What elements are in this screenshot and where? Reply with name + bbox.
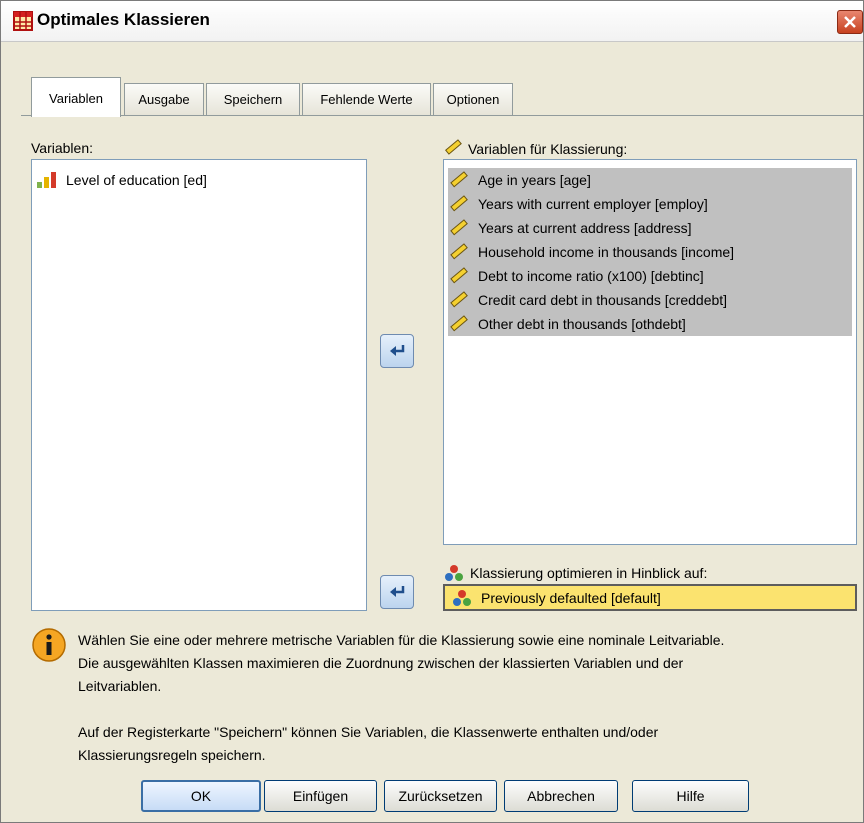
- info-icon: [32, 628, 66, 662]
- list-item[interactable]: Years at current address [address]: [448, 216, 852, 240]
- tab-optionen[interactable]: Optionen: [433, 83, 513, 115]
- source-list-label: Variablen:: [31, 140, 94, 156]
- list-item[interactable]: Household income in thousands [income]: [448, 240, 852, 264]
- arrow-left-icon: [390, 345, 405, 356]
- list-item[interactable]: Age in years [age]: [448, 168, 852, 192]
- binning-variable-list[interactable]: Age in years [age] Years with current em…: [443, 159, 857, 545]
- binning-list-label: Variablen für Klassierung:: [468, 141, 628, 157]
- window-title: Optimales Klassieren: [37, 10, 210, 29]
- optimize-target-value: Previously defaulted [default]: [481, 589, 661, 606]
- move-to-target-button[interactable]: [380, 575, 414, 609]
- nominal-circles-icon: [453, 589, 471, 606]
- info-line: Die ausgewählten Klassen maximieren die …: [78, 655, 684, 671]
- list-item-label: Age in years [age]: [478, 172, 591, 188]
- scale-ruler-icon: [450, 243, 468, 260]
- tab-fehlende-werte[interactable]: Fehlende Werte: [302, 83, 431, 115]
- list-item-label: Credit card debt in thousands [creddebt]: [478, 292, 728, 308]
- title-bar[interactable]: Optimales Klassieren: [1, 1, 863, 42]
- arrow-left-icon: [390, 586, 405, 597]
- scale-ruler-icon: [450, 195, 468, 212]
- source-variable-list[interactable]: Level of education [ed]: [31, 159, 367, 611]
- info-spacer: [78, 698, 848, 721]
- list-item-label: Level of education [ed]: [66, 172, 207, 188]
- dialog-window: Optimales Klassieren Variablen Ausgabe S…: [0, 0, 864, 823]
- list-item-label: Years at current address [address]: [478, 220, 692, 236]
- info-line: Leitvariablen.: [78, 678, 162, 694]
- list-item-label: Other debt in thousands [othdebt]: [478, 316, 686, 332]
- list-item[interactable]: Level of education [ed]: [36, 168, 366, 192]
- scale-ruler-icon: [450, 267, 468, 284]
- scale-ruler-icon: [450, 171, 468, 188]
- optimize-label: Klassierung optimieren in Hinblick auf:: [470, 565, 708, 581]
- tab-ausgabe[interactable]: Ausgabe: [124, 83, 204, 115]
- list-item-label: Household income in thousands [income]: [478, 244, 735, 260]
- nominal-circles-icon: [445, 565, 463, 581]
- grid-table-icon: [13, 11, 33, 31]
- list-item-label: Years with current employer [employ]: [478, 196, 708, 212]
- close-icon: [844, 16, 856, 28]
- tab-variablen[interactable]: Variablen: [31, 77, 121, 117]
- list-item[interactable]: Other debt in thousands [othdebt]: [448, 312, 852, 336]
- close-button[interactable]: [837, 10, 863, 34]
- ok-button[interactable]: OK: [141, 780, 261, 812]
- info-text: Wählen Sie eine oder mehrere metrische V…: [78, 629, 848, 767]
- cancel-button[interactable]: Abbrechen: [504, 780, 618, 812]
- scale-ruler-icon: [445, 139, 462, 155]
- ordinal-bar-icon: [37, 172, 56, 188]
- reset-button[interactable]: Zurücksetzen: [384, 780, 497, 812]
- move-to-binning-button[interactable]: [380, 334, 414, 368]
- scale-ruler-icon: [450, 291, 468, 308]
- list-item[interactable]: Credit card debt in thousands [creddebt]: [448, 288, 852, 312]
- list-item[interactable]: Debt to income ratio (x100) [debtinc]: [448, 264, 852, 288]
- tab-speichern[interactable]: Speichern: [206, 83, 300, 115]
- optimize-target-field[interactable]: Previously defaulted [default]: [443, 584, 857, 611]
- list-item[interactable]: Years with current employer [employ]: [448, 192, 852, 216]
- scale-ruler-icon: [450, 219, 468, 236]
- help-button[interactable]: Hilfe: [632, 780, 749, 812]
- scale-ruler-icon: [450, 315, 468, 332]
- info-line: Auf der Registerkarte "Speichern" können…: [78, 724, 659, 740]
- info-line: Wählen Sie eine oder mehrere metrische V…: [78, 632, 725, 648]
- list-item-label: Debt to income ratio (x100) [debtinc]: [478, 268, 704, 284]
- paste-button[interactable]: Einfügen: [264, 780, 377, 812]
- info-line: Klassierungsregeln speichern.: [78, 747, 266, 763]
